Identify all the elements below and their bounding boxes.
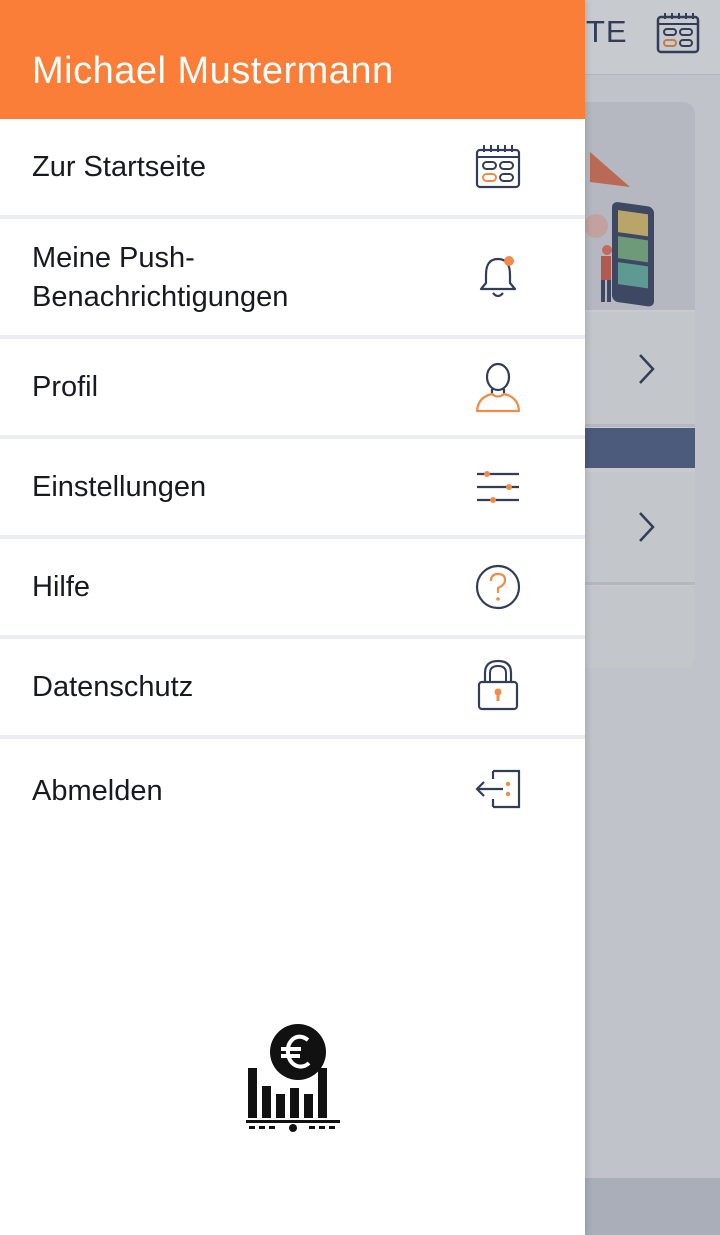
drawer-menu: Zur Startseite Meine Push- Benachrichtig… xyxy=(0,119,585,835)
user-name: Michael Mustermann xyxy=(32,50,394,92)
menu-item-label: Meine Push- Benachrichtigungen xyxy=(32,242,289,313)
profile-icon xyxy=(470,359,526,415)
menu-item-hilfe[interactable]: Hilfe xyxy=(0,539,585,639)
drawer-header: Michael Mustermann xyxy=(0,0,585,119)
chevron-right-icon xyxy=(639,354,655,384)
help-icon xyxy=(470,559,526,615)
background-title-fragment: TE xyxy=(586,14,628,49)
bell-icon xyxy=(470,249,526,305)
lock-icon xyxy=(470,657,526,713)
menu-item-abmelden[interactable]: Abmelden xyxy=(0,739,585,835)
navigation-drawer: Michael Mustermann Zur Startseite Meine … xyxy=(0,0,585,1235)
background-calendar-icon xyxy=(656,13,700,54)
menu-item-label: Einstellungen xyxy=(32,471,207,503)
menu-item-startseite[interactable]: Zur Startseite xyxy=(0,119,585,219)
menu-item-label: Zur Startseite xyxy=(32,151,207,183)
menu-item-label: Profil xyxy=(32,371,99,403)
calendar-icon xyxy=(470,139,526,195)
menu-item-label: Datenschutz xyxy=(32,671,194,703)
menu-item-profil[interactable]: Profil xyxy=(0,339,585,439)
logout-icon xyxy=(470,761,526,817)
menu-item-einstellungen[interactable]: Einstellungen xyxy=(0,439,585,539)
menu-item-datenschutz[interactable]: Datenschutz xyxy=(0,639,585,739)
menu-item-push-notifications[interactable]: Meine Push- Benachrichtigungen xyxy=(0,219,585,339)
euro-chart-logo xyxy=(245,1022,341,1139)
sliders-icon xyxy=(470,459,526,515)
menu-item-label: Hilfe xyxy=(32,571,91,603)
chevron-right-icon xyxy=(639,512,655,542)
menu-item-label: Abmelden xyxy=(32,775,163,807)
